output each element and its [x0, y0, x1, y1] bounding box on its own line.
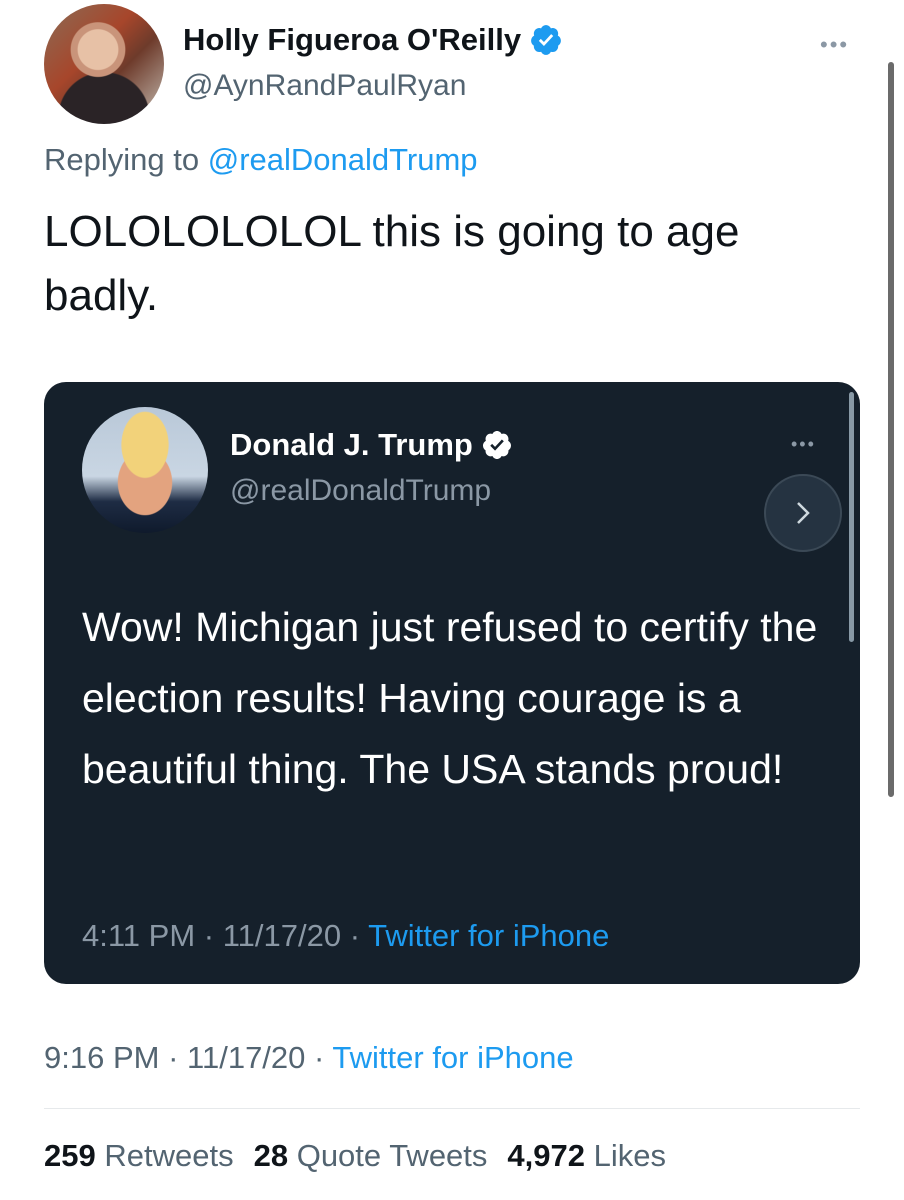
- more-options-icon: •••: [791, 434, 816, 454]
- retweets-stat[interactable]: 259 Retweets: [44, 1138, 234, 1174]
- verified-badge-icon: [531, 25, 561, 55]
- page-scrollbar[interactable]: [888, 62, 894, 797]
- reply-prefix: Replying to: [44, 142, 200, 177]
- chevron-right-icon: [764, 474, 842, 552]
- embedded-tweet-image[interactable]: Donald J. Trump @realDonaldTrump ••• Wow…: [44, 382, 860, 984]
- tweet-source-link[interactable]: Twitter for iPhone: [332, 1040, 573, 1075]
- reply-context: Replying to @realDonaldTrump: [44, 142, 478, 178]
- quoted-author-name-row: Donald J. Trump: [230, 427, 513, 463]
- reply-mention-link[interactable]: @realDonaldTrump: [208, 142, 478, 177]
- more-options-icon[interactable]: •••: [820, 32, 849, 58]
- quoted-tweet-text: Wow! Michigan just refused to certify th…: [82, 604, 818, 792]
- quotes-label: Quote Tweets: [296, 1138, 488, 1173]
- separator: ·: [203, 918, 215, 953]
- quote-tweets-stat[interactable]: 28 Quote Tweets: [254, 1138, 488, 1174]
- tweet-meta: 9:16 PM · 11/17/20 · Twitter for iPhone: [44, 1040, 574, 1076]
- quoted-source: Twitter for iPhone: [368, 918, 610, 953]
- likes-stat[interactable]: 4,972 Likes: [507, 1138, 666, 1174]
- quoted-time: 4:11 PM: [82, 918, 196, 953]
- separator: ·: [314, 1040, 325, 1075]
- author-display-name[interactable]: Holly Figueroa O'Reilly: [183, 22, 521, 58]
- author-avatar[interactable]: [44, 4, 164, 124]
- likes-label: Likes: [593, 1138, 666, 1173]
- tweet-date[interactable]: 11/17/20: [187, 1040, 305, 1075]
- quoted-display-name: Donald J. Trump: [230, 427, 473, 462]
- quoted-author-avatar: [82, 407, 208, 533]
- quoted-meta: 4:11 PM · 11/17/20 · Twitter for iPhone: [82, 918, 609, 954]
- quotes-count: 28: [253, 1138, 289, 1173]
- embed-scrollbar: [849, 392, 854, 642]
- likes-count: 4,972: [507, 1138, 585, 1173]
- separator: ·: [168, 1040, 179, 1075]
- retweets-count: 259: [44, 1138, 96, 1173]
- quoted-handle: @realDonaldTrump: [230, 474, 492, 507]
- retweets-label: Retweets: [104, 1138, 234, 1173]
- quoted-date: 11/17/20: [222, 918, 342, 953]
- divider: [44, 1108, 860, 1109]
- tweet-text: LOLOLOLOLOL this is going to age badly.: [44, 207, 740, 320]
- author-name-row[interactable]: Holly Figueroa O'Reilly: [183, 22, 563, 58]
- author-handle[interactable]: @AynRandPaulRyan: [183, 69, 466, 103]
- separator: ·: [349, 918, 361, 953]
- verified-badge-icon: [482, 431, 511, 459]
- tweet-time[interactable]: 9:16 PM: [44, 1040, 159, 1075]
- engagement-stats: 259 Retweets 28 Quote Tweets 4,972 Likes: [44, 1138, 666, 1174]
